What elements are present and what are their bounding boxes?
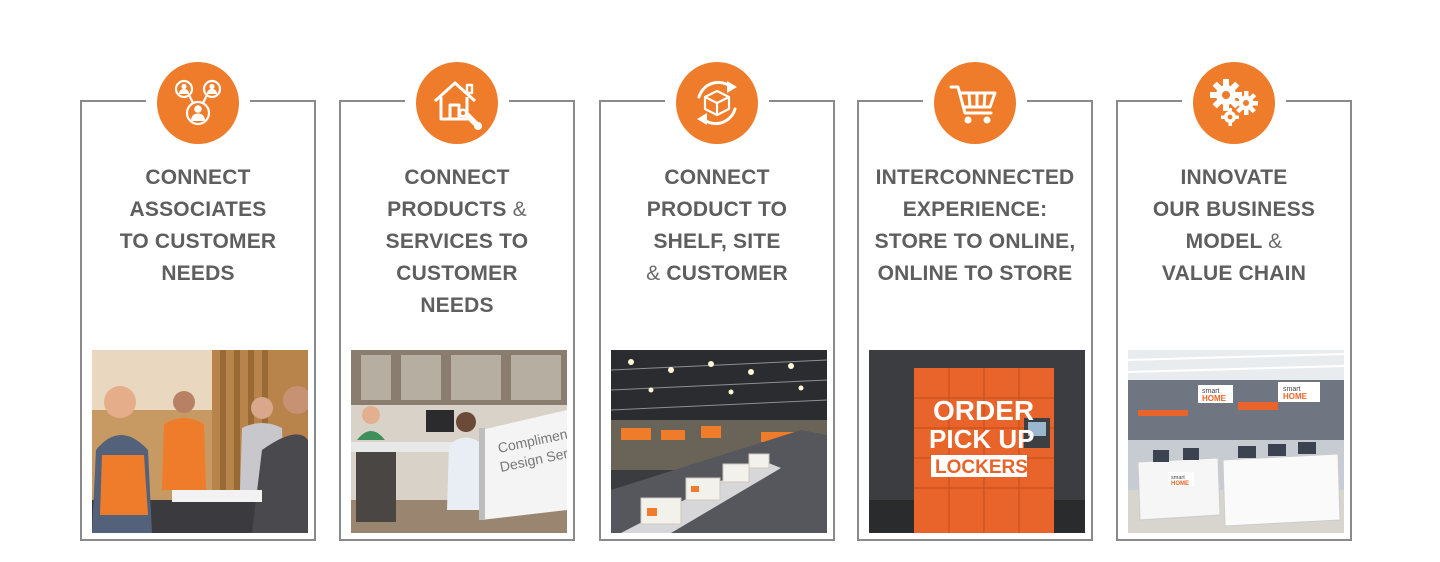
locker-sign-pickup: PICK UP [929,424,1034,454]
locker-sign-order: ORDER [933,395,1034,426]
photo-smart-home-store: smart HOME smart HOME smart HOME [1128,350,1344,533]
title-line: ASSOCIATES [129,198,267,221]
pillars-infographic: CONNECT ASSOCIATES TO CUSTOMER NEEDS CON… [0,0,1440,562]
pillar-badge [1182,60,1286,146]
title-line: & CUSTOMER [646,262,788,285]
title-line: STORE TO ONLINE, [874,230,1076,253]
title-line: MODEL & [1185,230,1283,253]
title-line: CUSTOMER [396,262,518,285]
title-line: PRODUCT TO [646,198,788,221]
gears-icon [1193,62,1275,144]
title-line: SERVICES TO [385,230,529,253]
title-line: OUR BUSINESS [1152,198,1316,221]
pillar-title: CONNECT ASSOCIATES TO CUSTOMER NEEDS [90,162,306,290]
title-line: CONNECT [664,166,770,189]
title-line: EXPERIENCE: [902,198,1048,221]
photo-pickup-lockers: ORDER PICK UP LOCKERS [869,350,1085,533]
title-line: INTERCONNECTED [875,166,1075,189]
pillar-badge [665,60,769,146]
locker-sign-lockers: LOCKERS [935,457,1028,478]
pillar-card-products-services: CONNECT PRODUCTS & SERVICES TO CUSTOMER … [339,60,575,541]
smart-home-sign-1-home: HOME [1202,394,1227,403]
photo-distribution-center [611,350,827,533]
title-line: CONNECT [145,166,251,189]
pillar-card-interconnected-experience: INTERCONNECTED EXPERIENCE: STORE TO ONLI… [857,60,1093,541]
title-line: PRODUCTS & [387,198,527,221]
title-line: SHELF, SITE [653,230,781,253]
pillar-title: INTERCONNECTED EXPERIENCE: STORE TO ONLI… [867,162,1083,290]
title-line: NEEDS [420,294,494,317]
title-line: CONNECT [404,166,510,189]
title-line: TO CUSTOMER [119,230,277,253]
pillar-badge [146,60,250,146]
photo-associates-helping-customer [92,350,308,533]
pillar-title: CONNECT PRODUCT TO SHELF, SITE & CUSTOME… [609,162,825,290]
network-people-icon [157,62,239,144]
house-wrench-icon [416,62,498,144]
smart-home-sign-2-home: HOME [1283,392,1308,401]
smart-home-sign-3-home: HOME [1171,481,1189,487]
pillar-badge [923,60,1027,146]
pillar-title: INNOVATE OUR BUSINESS MODEL & VALUE CHAI… [1126,162,1342,290]
pillar-title: CONNECT PRODUCTS & SERVICES TO CUSTOMER … [349,162,565,322]
shopping-cart-icon [934,62,1016,144]
pillar-card-product-shelf: CONNECT PRODUCT TO SHELF, SITE & CUSTOME… [599,60,835,541]
title-line: ONLINE TO STORE [877,262,1073,285]
pillar-card-innovate: INNOVATE OUR BUSINESS MODEL & VALUE CHAI… [1116,60,1352,541]
title-line: INNOVATE [1180,166,1288,189]
photo-design-services-desk: Complimentary Design Services [351,350,567,533]
box-cycle-icon [676,62,758,144]
pillar-card-associates: CONNECT ASSOCIATES TO CUSTOMER NEEDS [80,60,316,541]
pillar-badge [405,60,509,146]
title-line: VALUE CHAIN [1161,262,1307,285]
title-line: NEEDS [161,262,235,285]
